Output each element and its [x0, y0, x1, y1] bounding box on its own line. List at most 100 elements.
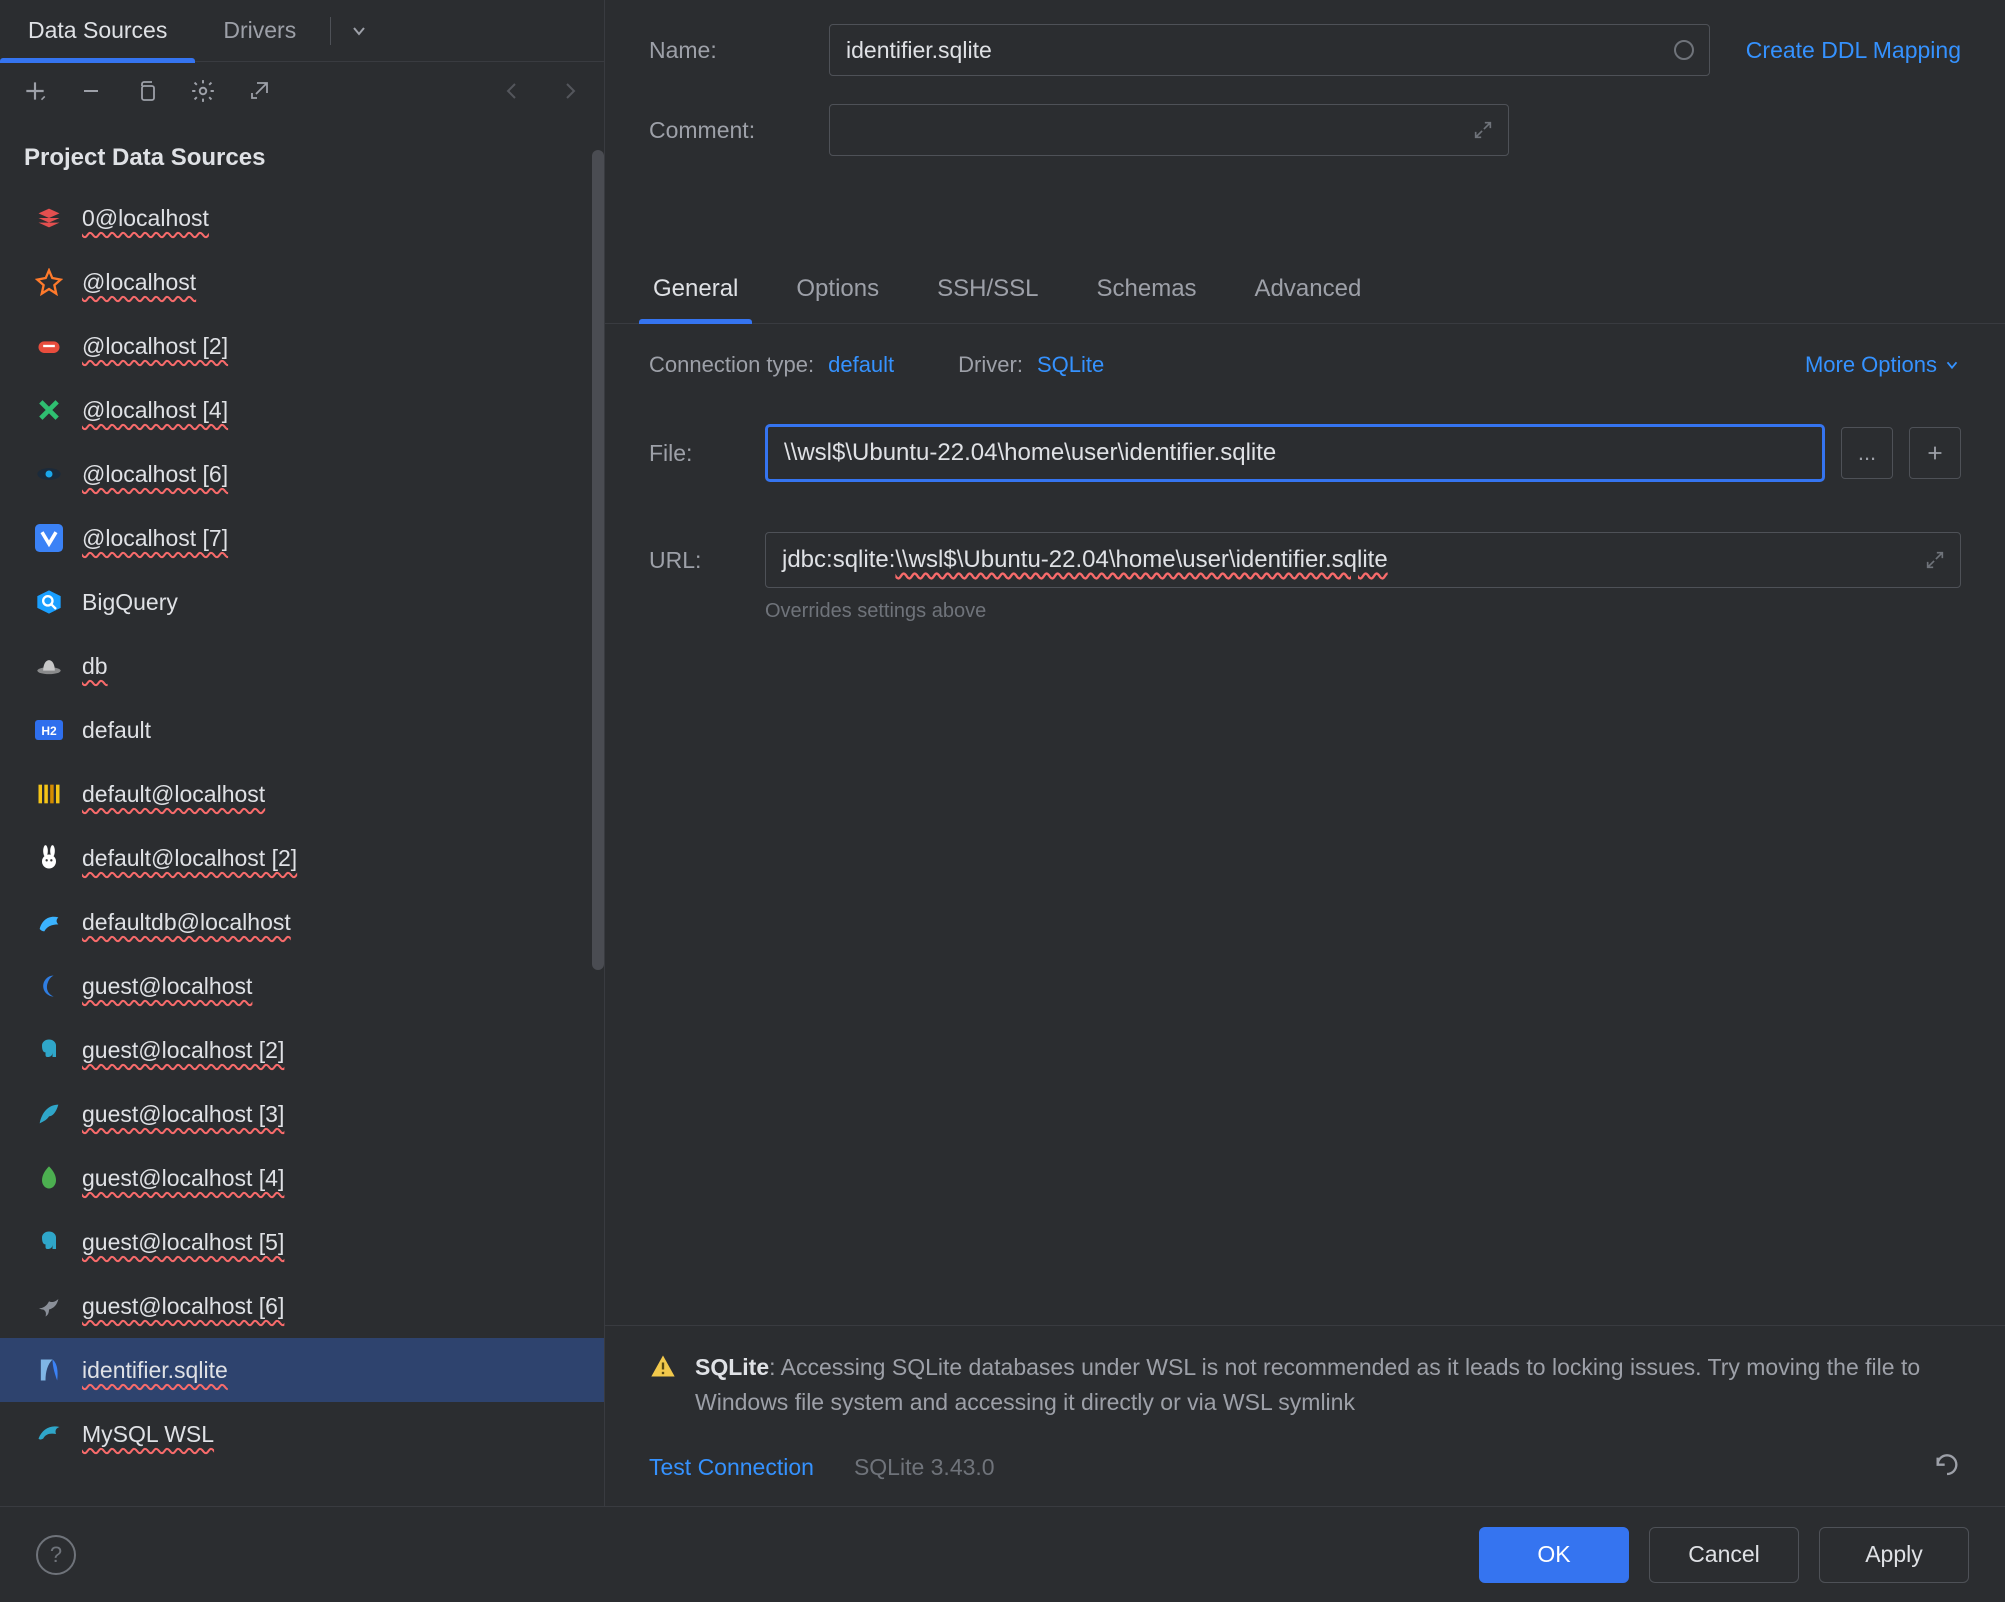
warning-box: SQLite: Accessing SQLite databases under…: [605, 1325, 2005, 1439]
datasource-item[interactable]: guest@localhost [6]: [0, 1274, 604, 1338]
datasource-item[interactable]: 0@localhost: [0, 186, 604, 250]
remove-datasource-button[interactable]: [76, 76, 106, 106]
sqlite-icon: [34, 1355, 64, 1385]
cancel-button[interactable]: Cancel: [1649, 1527, 1799, 1583]
moon-icon: [34, 971, 64, 1001]
more-options-link[interactable]: More Options: [1805, 352, 1961, 378]
scrollbar-thumb[interactable]: [592, 150, 604, 970]
name-input[interactable]: [829, 24, 1710, 76]
make-global-button[interactable]: [244, 76, 274, 106]
url-hint: Overrides settings above: [765, 600, 1961, 623]
add-datasource-button[interactable]: [20, 76, 50, 106]
warning-icon: [649, 1352, 677, 1380]
datasource-item[interactable]: db: [0, 634, 604, 698]
subtab-advanced[interactable]: Advanced: [1251, 275, 1366, 323]
file-path-input[interactable]: [765, 424, 1825, 482]
feather-icon: [34, 1099, 64, 1129]
datasource-item[interactable]: defaultdb@localhost: [0, 890, 604, 954]
datasource-item[interactable]: guest@localhost [4]: [0, 1146, 604, 1210]
datasource-item-label: guest@localhost [6]: [82, 1293, 284, 1320]
datasource-item-label: guest@localhost: [82, 973, 252, 1000]
eleph-icon: [34, 1227, 64, 1257]
revert-button[interactable]: [1933, 1453, 1961, 1481]
content-panel: Name: Create DDL Mapping Comment:: [605, 0, 2005, 1506]
subtab-general[interactable]: General: [649, 275, 742, 323]
tab-overflow-icon[interactable]: [337, 21, 381, 41]
svg-text:H2: H2: [41, 724, 57, 738]
datasource-item[interactable]: guest@localhost [3]: [0, 1082, 604, 1146]
datasource-item[interactable]: guest@localhost [5]: [0, 1210, 604, 1274]
warning-text: SQLite: Accessing SQLite databases under…: [695, 1350, 1961, 1421]
datasource-item-label: db: [82, 653, 108, 680]
test-connection-link[interactable]: Test Connection: [649, 1454, 814, 1481]
leaf-icon: [34, 1163, 64, 1193]
tab-drivers-label: Drivers: [223, 17, 296, 44]
nav-forward-button[interactable]: [554, 76, 584, 106]
datasource-item-label: identifier.sqlite: [82, 1357, 228, 1384]
expand-comment-icon[interactable]: [1469, 116, 1497, 144]
datasource-item[interactable]: @localhost: [0, 250, 604, 314]
datasource-item[interactable]: BigQuery: [0, 570, 604, 634]
more-options-label: More Options: [1805, 352, 1937, 378]
datasource-item[interactable]: default@localhost [2]: [0, 826, 604, 890]
datasource-item[interactable]: identifier.sqlite: [0, 1338, 604, 1402]
datasource-item[interactable]: @localhost [6]: [0, 442, 604, 506]
url-label: URL:: [649, 547, 749, 574]
chevron-down-icon: [1943, 356, 1961, 374]
browse-file-button[interactable]: ...: [1841, 427, 1893, 479]
datasource-item-label: @localhost [6]: [82, 461, 228, 488]
settings-button[interactable]: [188, 76, 218, 106]
datasource-item[interactable]: guest@localhost: [0, 954, 604, 1018]
create-ddl-mapping-link[interactable]: Create DDL Mapping: [1746, 37, 1961, 64]
tab-drivers[interactable]: Drivers: [195, 0, 324, 62]
section-title: Project Data Sources: [0, 120, 604, 186]
datasource-item-label: default: [82, 717, 151, 744]
datasource-item-label: defaultdb@localhost: [82, 909, 291, 936]
file-label: File:: [649, 440, 749, 467]
h2-icon: H2: [34, 715, 64, 745]
datasource-item-label: guest@localhost [2]: [82, 1037, 284, 1064]
tab-data-sources[interactable]: Data Sources: [0, 0, 195, 62]
redis-icon: [34, 203, 64, 233]
datasource-item[interactable]: H2 default: [0, 698, 604, 762]
connection-info-row: Connection type: default Driver: SQLite …: [605, 324, 2005, 378]
driver-label: Driver:: [958, 352, 1023, 378]
datasource-item-label: @localhost [7]: [82, 525, 228, 552]
datasource-item[interactable]: @localhost [4]: [0, 378, 604, 442]
driver-value[interactable]: SQLite: [1037, 352, 1104, 378]
test-connection-row: Test Connection SQLite 3.43.0: [605, 1439, 2005, 1506]
datasource-item[interactable]: guest@localhost [2]: [0, 1018, 604, 1082]
warning-body: : Accessing SQLite databases under WSL i…: [695, 1354, 1920, 1416]
color-picker-icon[interactable]: [1670, 36, 1698, 64]
nav-back-button[interactable]: [498, 76, 528, 106]
bottom-bar: ? OK Cancel Apply: [0, 1506, 2005, 1602]
datasource-item[interactable]: @localhost [7]: [0, 506, 604, 570]
dragon-icon: [34, 907, 64, 937]
comment-input[interactable]: [829, 104, 1509, 156]
datasource-item-label: default@localhost: [82, 781, 265, 808]
datasource-list: 0@localhost@localhost@localhost [2]@loca…: [0, 186, 604, 1506]
connection-type-value[interactable]: default: [828, 352, 894, 378]
datasource-item[interactable]: MySQL WSL: [0, 1402, 604, 1466]
subtab-ssh-ssl[interactable]: SSH/SSL: [933, 275, 1042, 323]
apply-button[interactable]: Apply: [1819, 1527, 1969, 1583]
sidebar: Data Sources Drivers: [0, 0, 605, 1506]
datasource-item[interactable]: @localhost [2]: [0, 314, 604, 378]
expand-url-icon[interactable]: [1921, 546, 1949, 574]
dolphin-icon: [34, 1419, 64, 1449]
ok-button[interactable]: OK: [1479, 1527, 1629, 1583]
datasource-item-label: MySQL WSL: [82, 1421, 214, 1448]
comment-label: Comment:: [649, 117, 829, 144]
help-button[interactable]: ?: [36, 1535, 76, 1575]
add-file-button[interactable]: [1909, 427, 1961, 479]
driver-version: SQLite 3.43.0: [854, 1454, 995, 1481]
url-input[interactable]: jdbc:sqlite:\\wsl$\Ubuntu-22.04\home\use…: [765, 532, 1961, 588]
url-path: \\wsl$\Ubuntu-22.04\home\user\identifier…: [895, 546, 1387, 574]
bars-icon: [34, 779, 64, 809]
subtab-options[interactable]: Options: [792, 275, 883, 323]
datasource-item[interactable]: default@localhost: [0, 762, 604, 826]
subtab-schemas[interactable]: Schemas: [1093, 275, 1201, 323]
copy-datasource-button[interactable]: [132, 76, 162, 106]
name-label: Name:: [649, 37, 829, 64]
datasource-item-label: guest@localhost [3]: [82, 1101, 284, 1128]
